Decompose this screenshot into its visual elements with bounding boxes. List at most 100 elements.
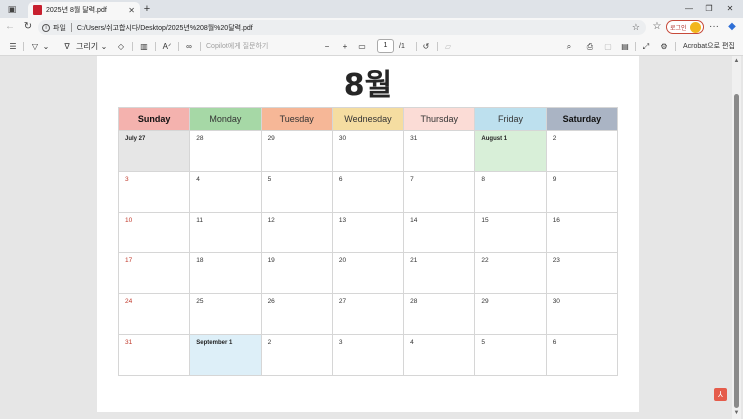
draw-icon[interactable]: ∇ <box>62 41 72 52</box>
tab-title: 2025년 8월 달력.pdf <box>46 7 107 14</box>
back-button[interactable]: ← <box>4 21 16 33</box>
day-cell: 14 <box>403 211 476 254</box>
toolbar-divider <box>200 42 201 51</box>
zoom-in-button[interactable]: + <box>340 41 350 52</box>
header-wednesday: Wednesday <box>331 107 405 131</box>
day-cell-sunday: 31 <box>117 333 191 376</box>
day-number: September 1 <box>196 339 233 346</box>
day-cell-sunday: 3 <box>117 170 191 213</box>
zoom-out-button[interactable]: − <box>322 41 332 52</box>
day-cell: 12 <box>260 211 333 254</box>
toolbar-divider <box>178 42 179 51</box>
acrobat-icon[interactable]: ⅄ <box>714 388 727 401</box>
url-field[interactable]: i 파일 C:/Users/쉬고합시다/Desktop/2025년%208월%2… <box>38 20 646 35</box>
header-tuesday: Tuesday <box>260 107 333 131</box>
header-friday: Friday <box>474 107 547 131</box>
search-icon[interactable]: ⌕ <box>564 41 574 52</box>
day-cell: 30 <box>545 293 619 335</box>
url-text[interactable]: C:/Users/쉬고합시다/Desktop/2025년%208월%20달력.p… <box>77 23 632 33</box>
day-cell: 25 <box>189 293 262 335</box>
maximize-button[interactable]: ❐ <box>700 2 718 16</box>
toolbar-divider <box>132 42 133 51</box>
day-cell: 4 <box>403 333 476 376</box>
contents-icon[interactable]: ☰ <box>8 41 18 52</box>
fullscreen-icon[interactable]: ⤢ <box>641 41 651 52</box>
acrobat-edit-button[interactable]: Acrobat으로 편집 <box>683 41 735 52</box>
address-bar: ← ↻ i 파일 C:/Users/쉬고합시다/Desktop/2025년%20… <box>0 18 743 37</box>
day-cell: 19 <box>260 252 333 295</box>
new-tab-button[interactable]: + <box>141 2 153 16</box>
pdf-toolbar: ☰ ▽ ⌄ ∇ 그리기 ⌄ ◇ ▥ Aᐟ ∞ Copilot에게 질문하기 − … <box>0 37 743 56</box>
gear-icon[interactable]: ⚙ <box>659 41 669 52</box>
day-cell-sunday: 10 <box>117 211 191 254</box>
find-icon[interactable]: ∞ <box>183 41 195 52</box>
scroll-down-icon[interactable]: ▼ <box>732 410 741 416</box>
active-tab[interactable]: 2025년 8월 달력.pdf ✕ <box>28 2 140 18</box>
more-menu-button[interactable]: ··· <box>708 21 720 33</box>
day-cell: 4 <box>189 170 262 213</box>
day-cell: 7 <box>403 170 476 213</box>
day-cell: 28 <box>403 293 476 335</box>
tab-close-icon[interactable]: ✕ <box>128 6 135 15</box>
chevron-down-icon[interactable]: ⌄ <box>42 41 50 52</box>
header-thursday: Thursday <box>403 107 476 131</box>
minimize-button[interactable]: — <box>680 2 698 16</box>
day-cell: 15 <box>474 211 547 254</box>
day-cell: 30 <box>331 130 405 172</box>
refresh-button[interactable]: ↻ <box>22 21 34 33</box>
rotate-icon[interactable]: ↺ <box>421 41 431 52</box>
copilot-icon[interactable]: ◆ <box>726 21 738 33</box>
day-number: July 27 <box>125 136 146 142</box>
read-aloud-icon[interactable]: Aᐟ <box>161 41 173 52</box>
header-saturday: Saturday <box>545 107 619 131</box>
site-info[interactable]: i 파일 <box>42 23 66 33</box>
toolbar-divider <box>675 42 676 51</box>
day-cell: 21 <box>403 252 476 295</box>
day-cell: 26 <box>260 293 333 335</box>
save-as-icon[interactable]: ▤ <box>620 41 630 52</box>
print-icon[interactable]: ⎙ <box>585 41 595 52</box>
workspaces-icon[interactable]: ▣ <box>6 3 18 15</box>
page-number-input[interactable]: 1 <box>377 39 394 53</box>
day-cell: 9 <box>545 170 619 213</box>
pdf-viewer: 8월 Sunday Monday Tuesday Wednesday Thurs… <box>0 56 743 419</box>
month-title: 8월 <box>343 68 393 103</box>
day-cell: 5 <box>260 170 333 213</box>
highlight-icon[interactable]: ▽ <box>30 41 40 52</box>
draw-button[interactable]: 그리기 <box>76 41 98 52</box>
favorite-star-icon[interactable]: ☆ <box>632 22 640 33</box>
day-cell: 31 <box>403 130 476 172</box>
week-row: 17 18 19 20 21 22 23 <box>117 252 619 295</box>
toolbar-divider <box>416 42 417 51</box>
pdf-page: 8월 Sunday Monday Tuesday Wednesday Thurs… <box>97 56 639 412</box>
profile-label: 로그인 <box>670 25 687 32</box>
week-row: 31 September 1 2 3 4 5 6 <box>117 333 619 376</box>
day-cell: 2 <box>545 130 619 172</box>
header-sunday: Sunday <box>117 107 191 131</box>
day-cell: 5 <box>474 333 547 376</box>
day-cell: 11 <box>189 211 262 254</box>
day-cell-sunday: 24 <box>117 293 191 335</box>
scrollbar-thumb[interactable] <box>734 94 739 408</box>
day-number: August 1 <box>481 136 508 142</box>
copilot-ask-input[interactable]: Copilot에게 질문하기 <box>206 41 268 52</box>
week-row: 3 4 5 6 7 8 9 <box>117 170 619 213</box>
day-cell-sep1: September 1 <box>189 333 262 376</box>
eraser-icon[interactable]: ◇ <box>116 41 126 52</box>
week-row: 24 25 26 27 28 29 30 <box>117 293 619 335</box>
day-cell: 29 <box>260 130 333 172</box>
day-cell: 23 <box>545 252 619 295</box>
page-view-icon[interactable]: ▥ <box>139 41 149 52</box>
close-window-button[interactable]: ✕ <box>721 2 739 16</box>
fit-page-icon[interactable]: ▭ <box>357 41 367 52</box>
two-page-icon[interactable]: ▱ <box>443 41 453 52</box>
week-row: 10 11 12 13 14 15 16 <box>117 211 619 254</box>
scroll-up-icon[interactable]: ▲ <box>732 58 741 64</box>
profile-button[interactable]: 로그인 <box>666 20 704 34</box>
vertical-scrollbar[interactable]: ▲ ▼ <box>732 56 741 419</box>
save-icon[interactable]: ▢ <box>603 41 613 52</box>
favorites-icon[interactable]: ☆ <box>651 21 663 33</box>
day-cell: 27 <box>331 293 405 335</box>
chevron-down-icon[interactable]: ⌄ <box>100 41 108 52</box>
info-icon: i <box>42 23 50 32</box>
